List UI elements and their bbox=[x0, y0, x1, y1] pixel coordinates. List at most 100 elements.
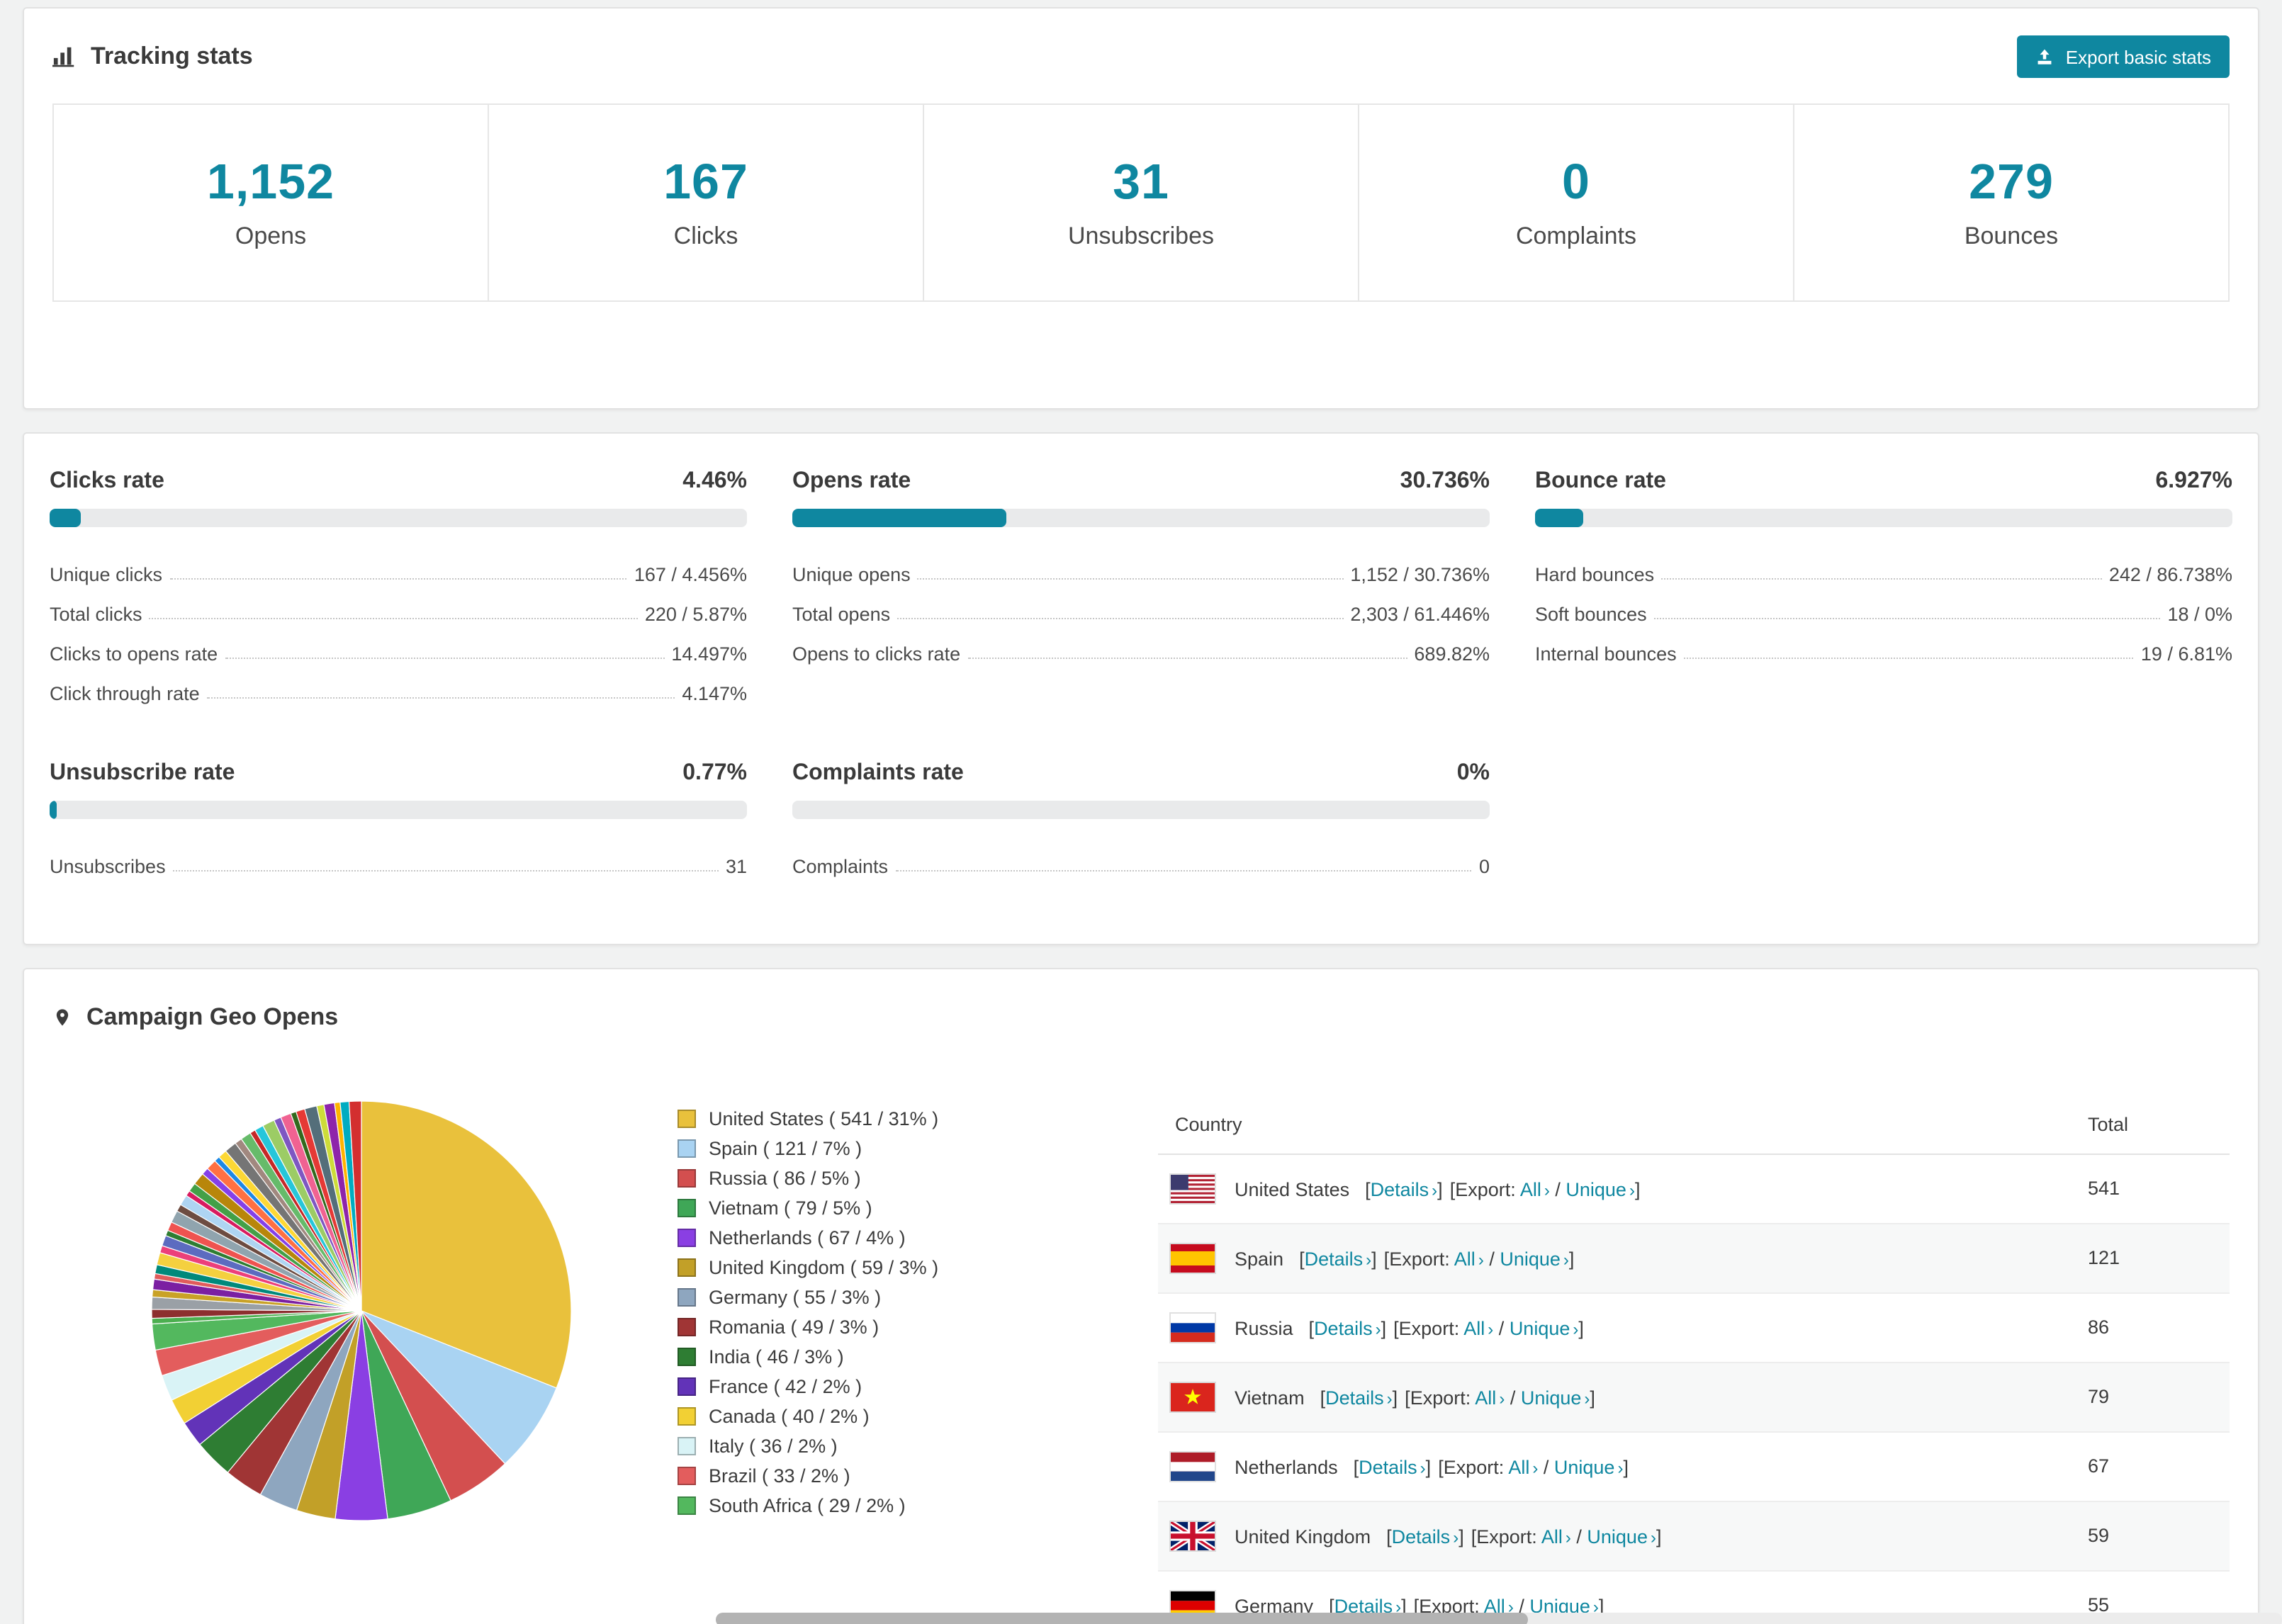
export-all-link[interactable]: All bbox=[1463, 1317, 1485, 1338]
rate-stat-label: Internal bounces bbox=[1535, 643, 1677, 665]
rate-title: Bounce rate bbox=[1535, 469, 1666, 493]
tracking-stats-title: Tracking stats bbox=[91, 43, 253, 69]
legend-label: Germany ( 55 / 3% ) bbox=[709, 1287, 882, 1308]
chevron-right-icon: › bbox=[1375, 1319, 1381, 1338]
export-all-link[interactable]: All bbox=[1475, 1387, 1496, 1408]
dotted-leader bbox=[225, 658, 665, 659]
stat-value: 279 bbox=[1969, 154, 2054, 210]
rate-stat-label: Clicks to opens rate bbox=[50, 643, 218, 665]
rate-stat-label: Hard bounces bbox=[1535, 564, 1655, 585]
progress-bar-fill bbox=[792, 509, 1007, 527]
export-unique-link[interactable]: Unique bbox=[1500, 1248, 1561, 1269]
legend-item: Romania ( 49 / 3% ) bbox=[678, 1312, 1158, 1342]
campaign-geo-opens-card: Campaign Geo Opens United States ( 541 /… bbox=[23, 968, 2259, 1624]
chevron-right-icon: › bbox=[1650, 1527, 1656, 1547]
legend-label: Spain ( 121 / 7% ) bbox=[709, 1138, 862, 1159]
stat-value: 1,152 bbox=[206, 154, 335, 210]
legend-color-swatch bbox=[678, 1318, 696, 1336]
export-all-link[interactable]: All bbox=[1454, 1248, 1476, 1269]
export-all-link[interactable]: All bbox=[1520, 1178, 1541, 1200]
stat-value: 0 bbox=[1562, 154, 1590, 210]
export-all-link[interactable]: All bbox=[1541, 1526, 1563, 1547]
country-cell: Netherlands [Details ›] [Export: All › / Uni… bbox=[1158, 1431, 2071, 1501]
details-link[interactable]: Details bbox=[1305, 1248, 1364, 1269]
export-label: Export: bbox=[1398, 1317, 1460, 1338]
details-link[interactable]: Details bbox=[1359, 1456, 1417, 1477]
details-link[interactable]: Details bbox=[1314, 1317, 1373, 1338]
export-label: Export: bbox=[1389, 1248, 1450, 1269]
legend-color-swatch bbox=[678, 1467, 696, 1485]
rate-block: Unsubscribe rate 0.77% Unsubscribes 31 bbox=[50, 761, 747, 877]
rate-stat-value: 2,303 / 61.446% bbox=[1350, 604, 1490, 625]
legend-color-swatch bbox=[678, 1437, 696, 1455]
dotted-leader bbox=[149, 618, 638, 619]
rate-stat-row: Complaints 0 bbox=[792, 838, 1490, 877]
country-flag-icon bbox=[1169, 1521, 1216, 1552]
stat-label: Opens bbox=[235, 222, 307, 249]
stat-value: 167 bbox=[663, 154, 748, 210]
chevron-right-icon: › bbox=[1573, 1319, 1579, 1338]
chevron-right-icon: › bbox=[1499, 1388, 1505, 1408]
dotted-leader bbox=[895, 870, 1472, 872]
country-name: United Kingdom bbox=[1235, 1526, 1371, 1547]
legend-color-swatch bbox=[678, 1169, 696, 1188]
legend-label: Canada ( 40 / 2% ) bbox=[709, 1406, 870, 1427]
stat-value: 31 bbox=[1113, 154, 1169, 210]
export-unique-link[interactable]: Unique bbox=[1510, 1317, 1570, 1338]
country-total: 79 bbox=[2071, 1361, 2230, 1431]
table-row: Spain [Details ›] [Export: All › / Unique ›] 1… bbox=[1158, 1222, 2230, 1292]
chevron-right-icon: › bbox=[1532, 1457, 1539, 1477]
rate-stat-value: 689.82% bbox=[1414, 643, 1490, 665]
export-unique-link[interactable]: Unique bbox=[1587, 1526, 1648, 1547]
rate-stat-value: 1,152 / 30.736% bbox=[1350, 564, 1490, 585]
rate-title: Unsubscribe rate bbox=[50, 761, 235, 785]
dotted-leader bbox=[169, 578, 627, 580]
geo-body: United States ( 541 / 31% ) Spain ( 121 … bbox=[52, 1056, 2230, 1624]
geo-header: Campaign Geo Opens bbox=[52, 993, 2230, 1042]
export-unique-link[interactable]: Unique bbox=[1554, 1456, 1615, 1477]
rate-stat-row: Total clicks 220 / 5.87% bbox=[50, 585, 747, 625]
table-row: Vietnam [Details ›] [Export: All › / Unique ›… bbox=[1158, 1361, 2230, 1431]
legend-item: Spain ( 121 / 7% ) bbox=[678, 1134, 1158, 1163]
rate-stat-row: Unique opens 1,152 / 30.736% bbox=[792, 546, 1490, 585]
progress-bar bbox=[792, 509, 1490, 527]
rate-title: Opens rate bbox=[792, 469, 911, 493]
rate-stat-row: Hard bounces 242 / 86.738% bbox=[1535, 546, 2232, 585]
geo-legend: United States ( 541 / 31% ) Spain ( 121 … bbox=[669, 1056, 1158, 1624]
legend-label: United Kingdom ( 59 / 3% ) bbox=[709, 1257, 939, 1278]
geo-pie-chart[interactable] bbox=[52, 1056, 669, 1624]
export-icon bbox=[2036, 47, 2055, 66]
details-link[interactable]: Details bbox=[1392, 1526, 1451, 1547]
legend-item: Germany ( 55 / 3% ) bbox=[678, 1282, 1158, 1312]
legend-color-swatch bbox=[678, 1407, 696, 1426]
export-unique-link[interactable]: Unique bbox=[1521, 1387, 1582, 1408]
rate-stat-value: 220 / 5.87% bbox=[644, 604, 747, 625]
progress-bar-fill bbox=[50, 509, 81, 527]
horizontal-scrollbar-track[interactable] bbox=[716, 1613, 2282, 1624]
rate-stat-row: Unique clicks 167 / 4.456% bbox=[50, 546, 747, 585]
export-unique-link[interactable]: Unique bbox=[1566, 1178, 1626, 1200]
rate-block: Opens rate 30.736% Unique opens 1,152 / … bbox=[792, 469, 1490, 704]
rate-stat-label: Unique opens bbox=[792, 564, 911, 585]
rate-stat-value: 242 / 86.738% bbox=[2108, 564, 2232, 585]
details-link[interactable]: Details bbox=[1325, 1387, 1384, 1408]
details-link[interactable]: Details bbox=[1371, 1178, 1429, 1200]
geo-pie-svg bbox=[150, 1100, 571, 1521]
legend-color-swatch bbox=[678, 1199, 696, 1217]
export-basic-stats-button[interactable]: Export basic stats bbox=[2017, 35, 2230, 78]
export-all-link[interactable]: All bbox=[1508, 1456, 1529, 1477]
dotted-leader bbox=[917, 578, 1344, 580]
geo-table-body: United States [Details ›] [Export: All › / U… bbox=[1158, 1154, 2230, 1624]
rate-stat-row: Click through rate 4.147% bbox=[50, 665, 747, 704]
progress-bar bbox=[1535, 509, 2232, 527]
horizontal-scrollbar-thumb[interactable] bbox=[716, 1613, 1528, 1624]
legend-label: United States ( 541 / 31% ) bbox=[709, 1108, 939, 1129]
tracking-stats-card: Tracking stats Export basic stats 1,152 … bbox=[23, 7, 2259, 410]
dotted-leader bbox=[172, 870, 719, 872]
stat-label: Clicks bbox=[673, 222, 738, 249]
chevron-right-icon: › bbox=[1544, 1180, 1550, 1200]
country-flag-icon bbox=[1169, 1312, 1216, 1343]
legend-label: Netherlands ( 67 / 4% ) bbox=[709, 1227, 906, 1248]
rate-stat-label: Complaints bbox=[792, 856, 889, 877]
legend-color-swatch bbox=[678, 1110, 696, 1128]
